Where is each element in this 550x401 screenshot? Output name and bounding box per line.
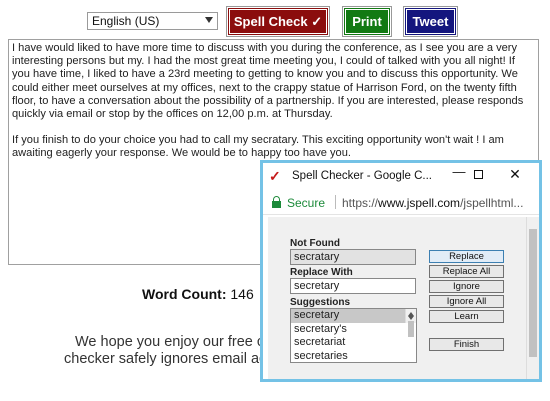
tweet-button[interactable]: Tweet (403, 6, 458, 37)
print-button[interactable]: Print (342, 6, 392, 37)
word-count-value: 146 (230, 286, 254, 302)
suggestion-item[interactable]: secretariat (291, 336, 416, 350)
close-icon[interactable]: ✕ (504, 166, 526, 184)
replace-with-input[interactable]: secretary (290, 278, 416, 294)
language-select-value: English (US) (92, 14, 160, 28)
scroll-down-icon[interactable] (408, 315, 414, 320)
window-titlebar[interactable]: ✓ Spell Checker - Google C... — ✕ (263, 163, 539, 189)
language-select[interactable]: English (US) (87, 12, 218, 30)
not-found-field: secratary (290, 249, 416, 265)
spell-checker-window[interactable]: ✓ Spell Checker - Google C... — ✕ Secure… (260, 160, 542, 382)
check-icon: ✓ (269, 168, 281, 184)
lock-icon (272, 196, 281, 208)
finish-button[interactable]: Finish (429, 338, 504, 351)
suggestion-item[interactable]: secretaries (291, 350, 416, 363)
learn-button[interactable]: Learn (429, 310, 504, 323)
replace-button[interactable]: Replace (429, 250, 504, 263)
replace-with-label: Replace With (290, 267, 353, 278)
suggestions-label: Suggestions (290, 297, 351, 308)
maximize-icon[interactable] (467, 166, 489, 184)
suggestion-item[interactable]: secretary's (291, 323, 416, 337)
url-path: /jspellhtml... (460, 196, 524, 210)
word-count-label: Word Count: (142, 286, 227, 302)
url-prefix: https:// (342, 196, 379, 210)
secure-label: Secure (287, 196, 326, 210)
promo-text-line-2: checker safely ignores email ac (64, 351, 267, 367)
address-url: https://www.jspell.com/jspellhtml... (342, 196, 523, 210)
url-domain: www.jspell.com (378, 196, 461, 210)
suggestion-item[interactable]: secretary (291, 309, 416, 323)
address-separator (335, 195, 336, 209)
editor-paragraph-2: If you finish to do your choice you had … (12, 134, 504, 160)
address-bar[interactable]: Secure https://www.jspell.com/jspellhtml… (263, 189, 539, 215)
scroll-thumb[interactable] (408, 321, 414, 337)
spell-checker-panel: Not Found secratary Replace With secreta… (268, 217, 530, 379)
suggestions-scrollbar[interactable] (405, 309, 416, 337)
promo-text-line-1: We hope you enjoy our free c (75, 334, 265, 350)
word-count: Word Count: 146 (142, 286, 254, 302)
editor-paragraph-1: I have would liked to have more time to … (12, 42, 524, 121)
ignore-all-button[interactable]: Ignore All (429, 295, 504, 308)
spell-check-button[interactable]: Spell Check ✓ (226, 6, 330, 37)
suggestions-list[interactable]: secretary secretary's secretariat secret… (290, 308, 417, 363)
not-found-label: Not Found (290, 238, 340, 249)
window-title: Spell Checker - Google C... (292, 170, 432, 182)
ignore-button[interactable]: Ignore (429, 280, 504, 293)
window-scrollbar[interactable] (526, 217, 539, 379)
window-scroll-thumb[interactable] (529, 229, 537, 357)
replace-all-button[interactable]: Replace All (429, 265, 504, 278)
chevron-down-icon (205, 17, 213, 23)
